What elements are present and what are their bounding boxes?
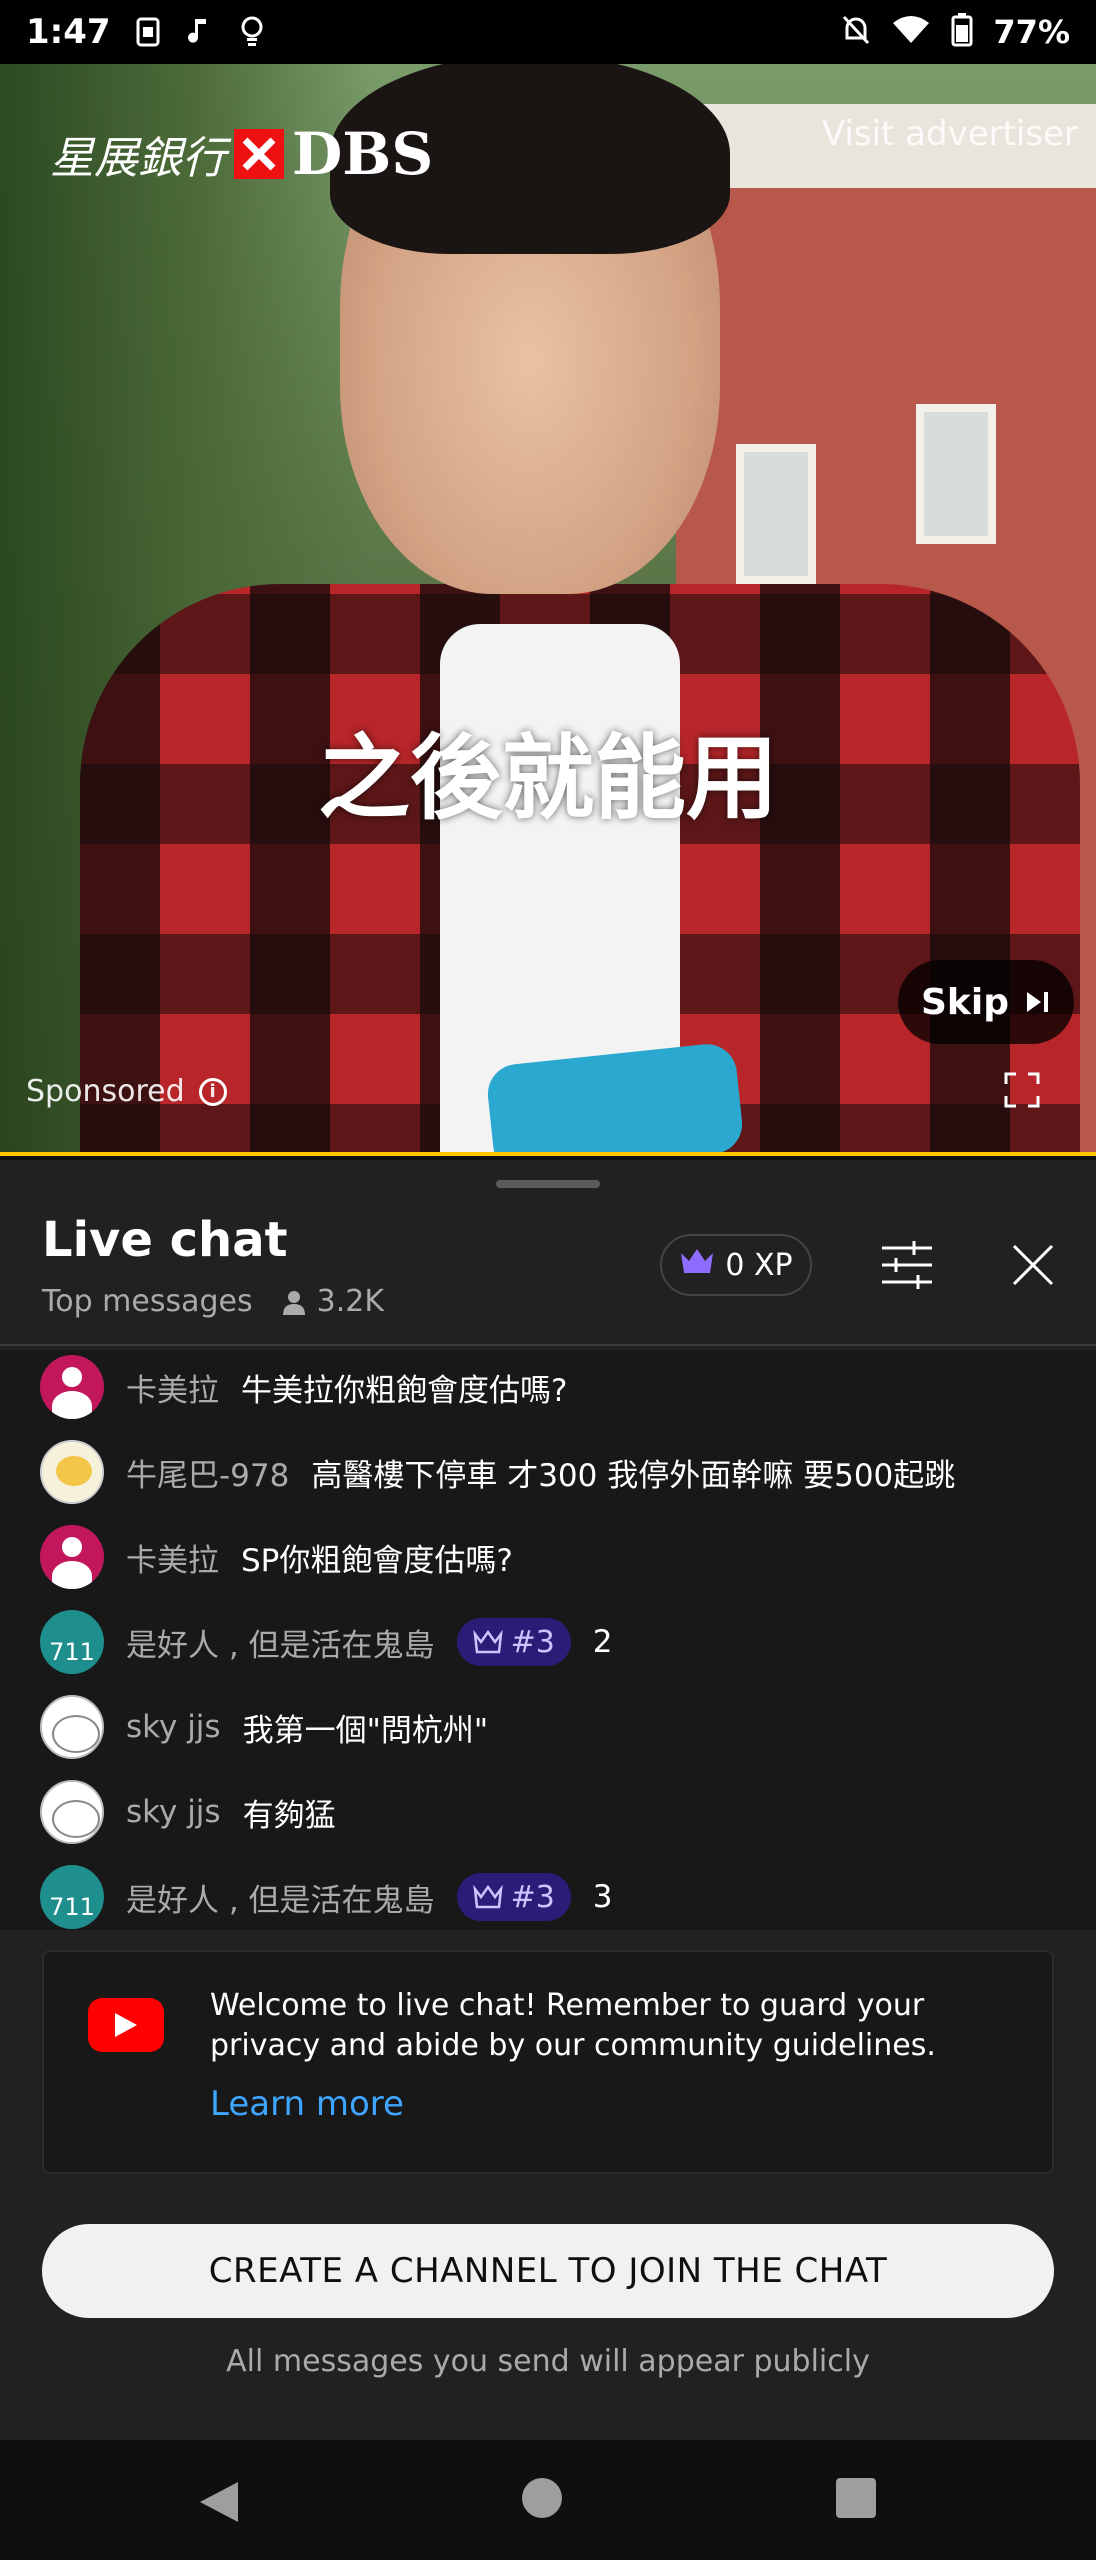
avatar[interactable]	[40, 1525, 104, 1589]
info-icon[interactable]: i	[198, 1077, 227, 1106]
fullscreen-icon[interactable]	[1004, 1072, 1040, 1108]
video-subtitle: 之後就能用	[317, 725, 778, 832]
crown-icon	[679, 1247, 715, 1283]
chat-message[interactable]: 711 是好人 , 但是活在鬼島 #3 3	[40, 1862, 613, 1930]
create-channel-button[interactable]: CREATE A CHANNEL TO JOIN THE CHAT	[42, 2224, 1054, 2318]
message-text: 我第一個"問杭州"	[242, 1712, 489, 1749]
message-author[interactable]: sky jjs	[126, 1709, 221, 1745]
message-author[interactable]: 是好人 , 但是活在鬼島	[126, 1620, 435, 1665]
mute-notification-icon	[841, 14, 871, 50]
skip-ad-button[interactable]: Skip	[898, 960, 1074, 1044]
brand-en: DBS	[292, 120, 434, 188]
message-text: 3	[592, 1879, 613, 1915]
message-text: 牛美拉你粗飽會度估嗎?	[241, 1372, 568, 1409]
avatar[interactable]	[40, 1780, 104, 1844]
avatar[interactable]: 711	[40, 1865, 104, 1929]
system-nav-bar	[0, 2440, 1096, 2560]
avatar[interactable]: 711	[40, 1610, 104, 1674]
chat-settings-sliders-icon[interactable]	[880, 1240, 934, 1290]
avatar[interactable]	[40, 1695, 104, 1759]
crown-outline-icon	[472, 1885, 503, 1909]
recent-apps-icon[interactable]	[836, 2478, 876, 2518]
avatar[interactable]	[40, 1440, 104, 1504]
welcome-text: Welcome to live chat! Remember to guard …	[210, 1988, 936, 2063]
battery-icon	[951, 13, 973, 51]
member-rank-badge[interactable]: #3	[456, 1618, 571, 1666]
message-author[interactable]: 牛尾巴-978	[126, 1450, 289, 1495]
back-icon[interactable]	[198, 2480, 240, 2528]
crown-outline-icon	[472, 1630, 503, 1654]
dbs-mark-icon	[234, 129, 284, 179]
wifi-icon	[891, 15, 931, 49]
message-text: 高醫樓下停車 才300 我停外面幹嘛 要500起跳	[311, 1457, 956, 1494]
ad-progress-bar	[0, 1152, 1096, 1156]
divider	[0, 1344, 1096, 1346]
chat-message[interactable]: sky jjs 有夠猛	[40, 1777, 336, 1847]
skip-label: Skip	[921, 981, 1009, 1023]
chat-message[interactable]: 牛尾巴-978 高醫樓下停車 才300 我停外面幹嘛 要500起跳	[40, 1437, 955, 1507]
skip-next-icon	[1025, 982, 1051, 1023]
xp-button[interactable]: 0 XP	[660, 1234, 812, 1296]
member-rank-badge[interactable]: #3	[456, 1873, 571, 1921]
live-chat-panel: Live chat Top messages 3.2K 0 XP 卡美拉 牛美拉…	[0, 1160, 1096, 2560]
music-note-icon	[185, 16, 215, 48]
battery-percent: 77%	[993, 13, 1070, 51]
xp-label: 0 XP	[725, 1247, 793, 1283]
drag-handle[interactable]	[496, 1180, 600, 1188]
chat-mode-label: Top messages	[42, 1284, 253, 1319]
message-text: SP你粗飽會度估嗎?	[241, 1542, 513, 1579]
message-author[interactable]: sky jjs	[126, 1794, 221, 1830]
public-messages-note: All messages you send will appear public…	[226, 2344, 870, 2379]
chat-message-list[interactable]: 卡美拉 牛美拉你粗飽會度估嗎? 牛尾巴-978 高醫樓下停車 才300 我停外面…	[0, 1350, 1096, 1930]
chat-message[interactable]: 卡美拉 SP你粗飽會度估嗎?	[40, 1522, 513, 1592]
brand-chinese: 星展銀行	[50, 133, 226, 184]
lightbulb-icon	[237, 16, 267, 48]
status-time: 1:47	[26, 12, 111, 52]
chat-message[interactable]: 711 是好人 , 但是活在鬼島 #3 2	[40, 1607, 613, 1677]
viewer-count: 3.2K	[281, 1284, 384, 1319]
message-author[interactable]: 是好人 , 但是活在鬼島	[126, 1875, 435, 1920]
youtube-icon	[88, 1998, 164, 2052]
welcome-banner: Welcome to live chat! Remember to guard …	[42, 1950, 1054, 2174]
chat-mode-selector[interactable]: Top messages 3.2K	[42, 1284, 384, 1319]
avatar[interactable]	[40, 1355, 104, 1419]
dbs-logo: 星展銀行 DBS	[50, 120, 433, 188]
chat-message[interactable]: sky jjs 我第一個"問杭州"	[40, 1692, 488, 1762]
message-author[interactable]: 卡美拉	[126, 1365, 219, 1410]
visit-advertiser-link[interactable]: Visit advertiser	[822, 114, 1078, 154]
status-bar: 1:47 77%	[0, 0, 1096, 64]
chat-title: Live chat	[42, 1212, 288, 1268]
person-icon	[282, 1290, 305, 1315]
close-chat-icon[interactable]	[1010, 1242, 1056, 1288]
learn-more-link[interactable]: Learn more	[210, 2084, 404, 2124]
home-icon[interactable]	[522, 2478, 562, 2518]
message-text: 2	[592, 1624, 613, 1660]
message-author[interactable]: 卡美拉	[126, 1535, 219, 1580]
sponsored-label[interactable]: Sponsored i	[26, 1074, 227, 1109]
sim-icon	[133, 16, 163, 48]
video-player[interactable]: 星展銀行 DBS Visit advertiser 之後就能用 Skip Spo…	[0, 64, 1096, 1156]
message-text: 有夠猛	[242, 1797, 336, 1834]
chat-message[interactable]: 卡美拉 牛美拉你粗飽會度估嗎?	[40, 1352, 567, 1422]
